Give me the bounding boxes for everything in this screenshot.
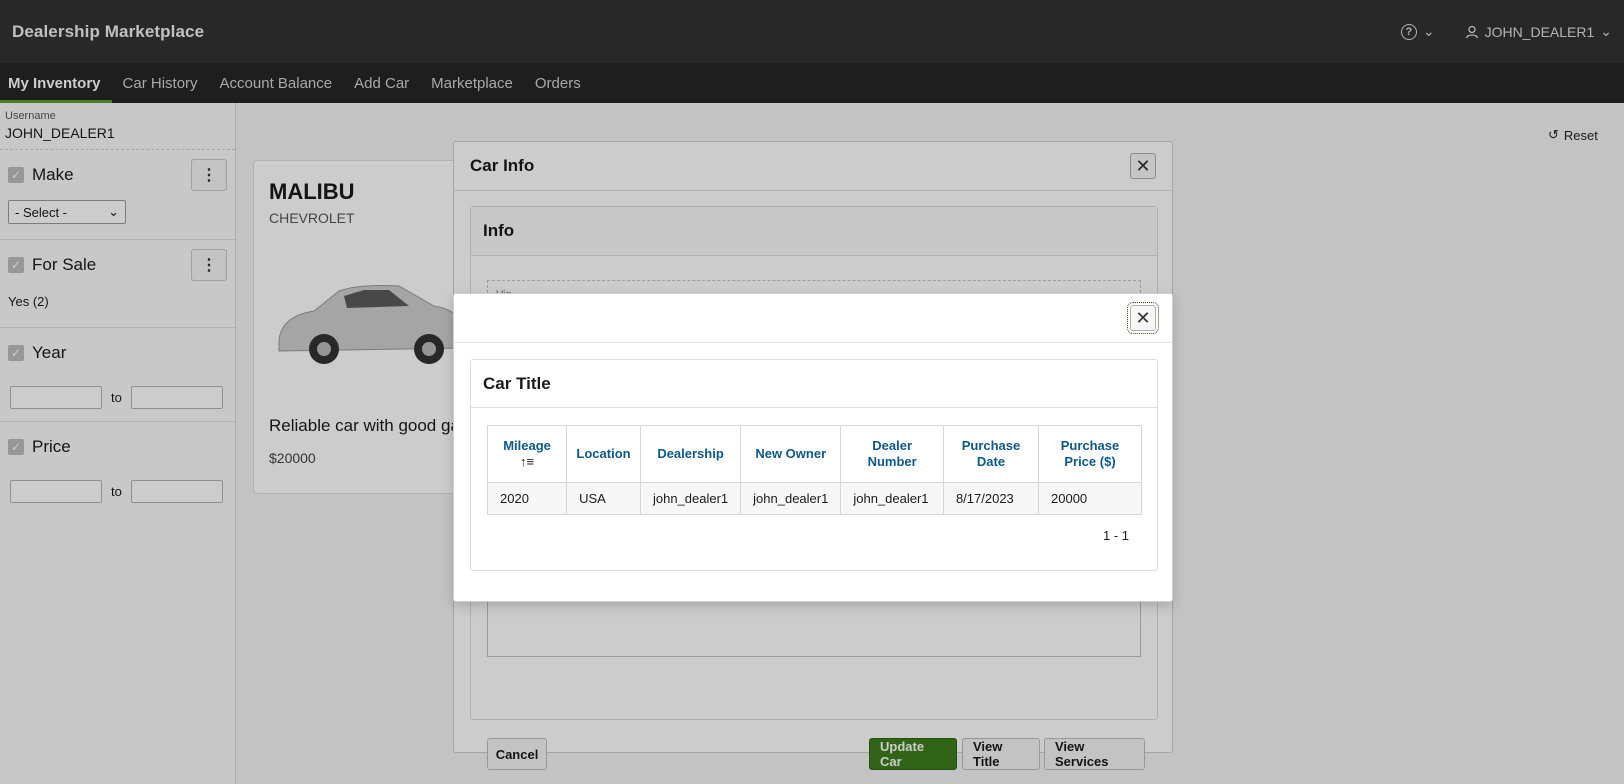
column-header-dealership[interactable]: Dealership bbox=[639, 425, 742, 483]
table-row[interactable]: 2020 USA john_dealer1 john_dealer1 john_… bbox=[486, 482, 1142, 515]
table-cell: 2020 bbox=[486, 482, 568, 515]
sort-ascending-icon: ↑≡ bbox=[519, 454, 535, 469]
column-header-purchase-date[interactable]: Purchase Date bbox=[942, 425, 1040, 483]
pagination-range: 1 - 1 bbox=[1102, 528, 1129, 543]
car-title-dialog: ✕ Car Title Mileage ↑≡ Location Dealersh… bbox=[453, 293, 1173, 602]
table-cell: john_dealer1 bbox=[840, 482, 944, 515]
column-header-new-owner[interactable]: New Owner bbox=[740, 425, 842, 483]
table-cell: 8/17/2023 bbox=[942, 482, 1040, 515]
table-cell: john_dealer1 bbox=[639, 482, 742, 515]
region-title: Car Title bbox=[471, 360, 1157, 408]
column-header-mileage[interactable]: Mileage ↑≡ bbox=[486, 425, 568, 483]
close-icon[interactable]: ✕ bbox=[1127, 302, 1159, 334]
table-cell: 20000 bbox=[1038, 482, 1142, 515]
column-header-dealer-number[interactable]: Dealer Number bbox=[840, 425, 944, 483]
car-title-region: Car Title Mileage ↑≡ Location Dealership… bbox=[470, 359, 1158, 571]
table-cell: USA bbox=[566, 482, 641, 515]
column-label: Mileage bbox=[503, 438, 551, 453]
column-header-location[interactable]: Location bbox=[566, 425, 641, 483]
column-header-purchase-price[interactable]: Purchase Price ($) bbox=[1038, 425, 1142, 483]
car-title-table: Mileage ↑≡ Location Dealership New Owner… bbox=[486, 425, 1142, 515]
table-cell: john_dealer1 bbox=[740, 482, 842, 515]
